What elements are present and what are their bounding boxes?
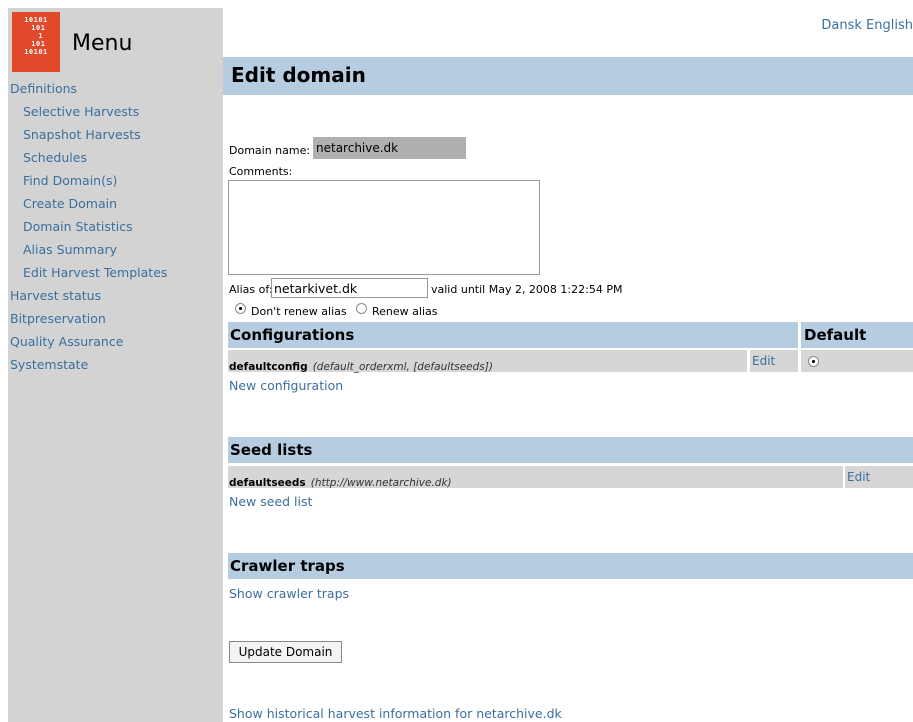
comments-label: Comments: — [229, 165, 293, 178]
seedlist-detail: (http://www.netarchive.dk) — [310, 477, 452, 489]
seedlist-edit-link[interactable]: Edit — [847, 470, 870, 484]
configurations-title: Configurations — [230, 326, 355, 344]
config-edit-link[interactable]: Edit — [752, 354, 775, 368]
default-column-title: Default — [804, 326, 867, 344]
configurations-header: Configurations — [228, 322, 798, 348]
sidebar-item-systemstate[interactable]: Systemstate — [10, 357, 88, 372]
sidebar-item-quality-assurance[interactable]: Quality Assurance — [10, 334, 123, 349]
sidebar-item-edit-harvest-templates[interactable]: Edit Harvest Templates — [23, 265, 167, 280]
sidebar-item-definitions[interactable]: Definitions — [10, 81, 77, 96]
renew-label: Renew alias — [372, 305, 438, 318]
config-edit-cell: Edit — [750, 350, 798, 372]
sidebar-item-harvest-status[interactable]: Harvest status — [10, 288, 101, 303]
sidebar-item-domain-statistics[interactable]: Domain Statistics — [23, 219, 133, 234]
new-seedlist-link[interactable]: New seed list — [229, 494, 312, 509]
sidebar: 10101 101 1 101 10101 Menu Definitions S… — [8, 8, 223, 722]
dont-renew-label: Don't renew alias — [251, 305, 347, 318]
config-detail: (default_orderxml, [defaultseeds]) — [312, 361, 493, 373]
sidebar-item-create-domain[interactable]: Create Domain — [23, 196, 117, 211]
show-crawler-traps-link[interactable]: Show crawler traps — [229, 586, 349, 601]
domain-name-value: netarchive.dk — [313, 137, 466, 159]
sidebar-item-alias-summary[interactable]: Alias Summary — [23, 242, 117, 257]
sidebar-item-snapshot-harvests[interactable]: Snapshot Harvests — [23, 127, 141, 142]
config-name: defaultconfig — [229, 361, 308, 373]
language-switcher: Dansk English — [821, 18, 913, 33]
seedlist-name: defaultseeds — [229, 477, 306, 489]
crawler-traps-header: Crawler traps — [228, 553, 913, 579]
config-default-cell — [801, 350, 913, 372]
menu-title: Menu — [72, 31, 133, 56]
seedlists-header: Seed lists — [228, 437, 913, 463]
historical-harvest-link[interactable]: Show historical harvest information for … — [229, 706, 562, 721]
sidebar-item-find-domains[interactable]: Find Domain(s) — [23, 173, 117, 188]
comments-textarea[interactable] — [228, 180, 540, 275]
dont-renew-radio[interactable] — [235, 303, 246, 314]
table-row: defaultconfig (default_orderxml, [defaul… — [228, 350, 747, 373]
page-title: Edit domain — [231, 63, 366, 87]
default-column-header: Default — [801, 322, 913, 348]
update-domain-button[interactable]: Update Domain — [229, 641, 342, 663]
table-row: defaultseeds (http://www.netarchive.dk) — [228, 466, 843, 489]
domain-name-label: Domain name: — [229, 144, 311, 157]
alias-input[interactable] — [271, 278, 428, 298]
config-default-radio[interactable] — [808, 356, 819, 367]
crawler-traps-title: Crawler traps — [230, 557, 345, 575]
sidebar-item-selective-harvests[interactable]: Selective Harvests — [23, 104, 139, 119]
page-title-band: Edit domain — [223, 57, 913, 95]
logo-binary-icon: 10101 101 1 101 10101 — [24, 16, 48, 56]
language-link-english[interactable]: English — [866, 18, 913, 33]
seedlists-title: Seed lists — [230, 441, 313, 459]
sidebar-item-schedules[interactable]: Schedules — [23, 150, 87, 165]
seedlist-edit-cell: Edit — [845, 466, 913, 488]
new-configuration-link[interactable]: New configuration — [229, 378, 343, 393]
renew-radio[interactable] — [356, 303, 367, 314]
logo: 10101 101 1 101 10101 — [12, 12, 60, 72]
alias-label: Alias of: — [229, 283, 273, 296]
alias-valid-until: valid until May 2, 2008 1:22:54 PM — [431, 283, 623, 296]
language-link-dansk[interactable]: Dansk — [821, 18, 862, 33]
sidebar-item-bitpreservation[interactable]: Bitpreservation — [10, 311, 106, 326]
